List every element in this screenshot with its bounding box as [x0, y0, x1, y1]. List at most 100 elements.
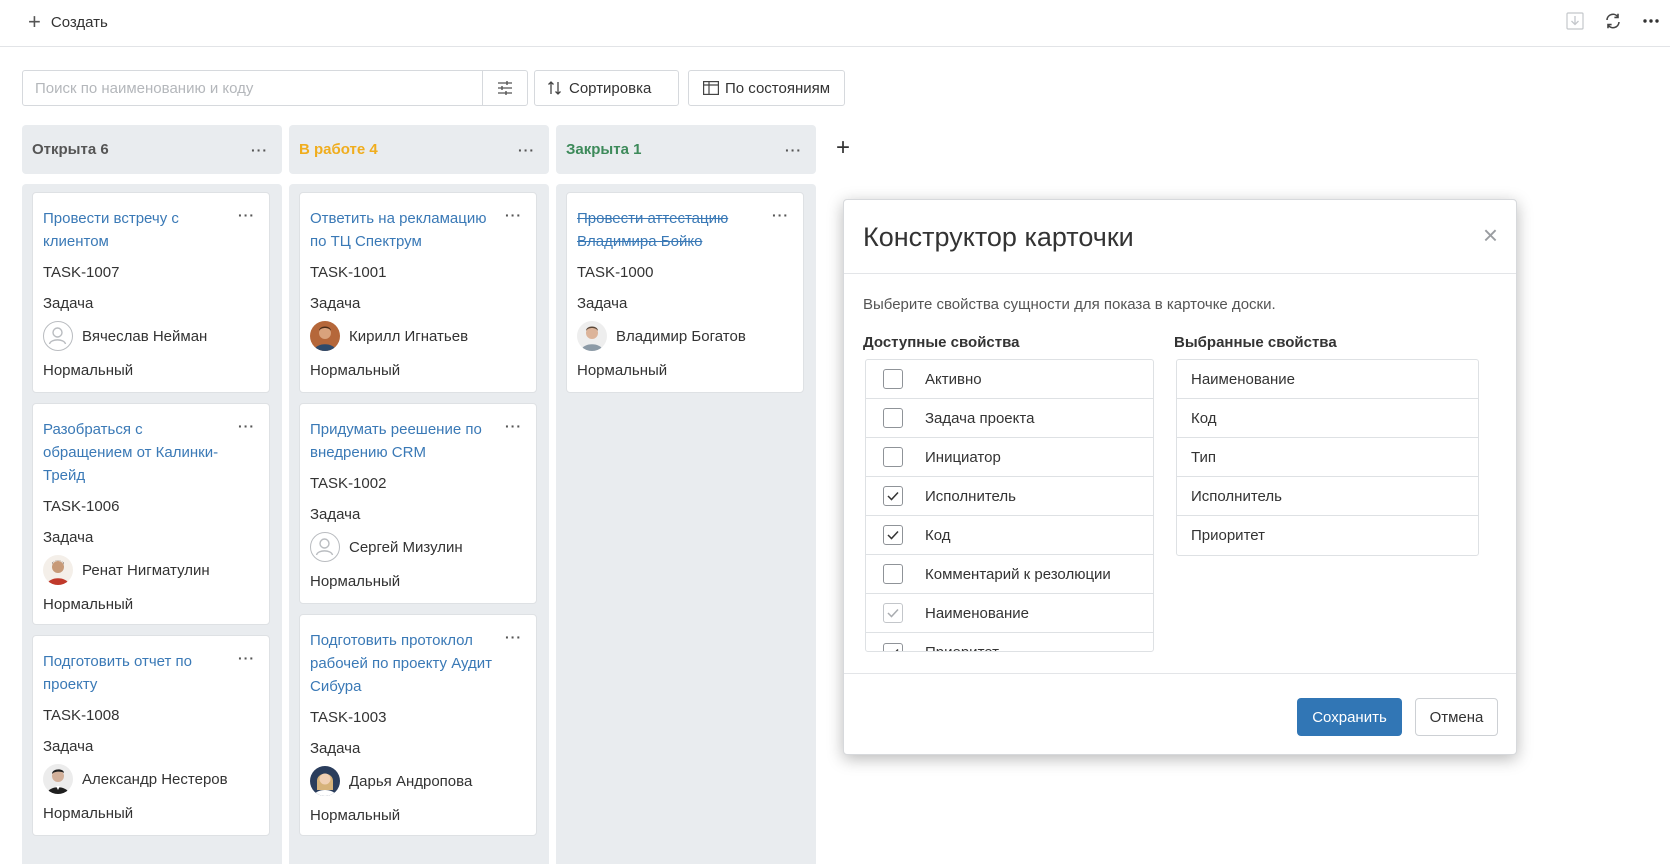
- card-menu-icon[interactable]: ···: [772, 207, 789, 223]
- column-menu-icon[interactable]: ···: [785, 142, 802, 158]
- create-button[interactable]: + Создать: [28, 10, 108, 34]
- card-type: Задача: [310, 506, 361, 523]
- selected-property[interactable]: Тип: [1177, 438, 1478, 477]
- available-properties-list[interactable]: Активно Задача проекта Инициатор Исполнител…: [865, 359, 1154, 652]
- property-option[interactable]: Активно: [866, 360, 1153, 399]
- card-menu-icon[interactable]: ···: [505, 207, 522, 223]
- column-title: Открыта 6: [32, 141, 109, 158]
- assignee-name: Вячеслав Нейман: [82, 327, 208, 345]
- card-priority: Нормальный: [310, 573, 401, 590]
- property-label: Исполнитель: [925, 487, 1016, 505]
- avatar: [310, 766, 340, 796]
- divider: [844, 273, 1516, 274]
- property-label: Инициатор: [925, 448, 1001, 466]
- checkbox[interactable]: [883, 447, 903, 467]
- task-card[interactable]: ··· Ответить на рекламацию по ТЦ Спектру…: [299, 192, 537, 393]
- card-title[interactable]: Провести встречу с клиентом: [43, 207, 259, 253]
- selected-properties-label: Выбранные свойства: [1174, 334, 1337, 351]
- sliders-icon: [498, 81, 512, 95]
- group-by-state-button[interactable]: По состояниям: [688, 70, 845, 106]
- property-label: Активно: [925, 370, 982, 388]
- checkbox[interactable]: [883, 408, 903, 428]
- avatar: [43, 764, 73, 794]
- card-assignee: Александр Нестеров: [43, 764, 259, 794]
- divider: [844, 673, 1516, 674]
- selected-property[interactable]: Исполнитель: [1177, 477, 1478, 516]
- selected-property[interactable]: Наименование: [1177, 360, 1478, 399]
- card-type: Задача: [43, 529, 94, 546]
- property-label: Задача проекта: [925, 409, 1035, 427]
- column-menu-icon[interactable]: ···: [251, 142, 268, 158]
- checkbox[interactable]: [883, 486, 903, 506]
- assignee-name: Сергей Мизулин: [349, 538, 463, 556]
- available-properties-label: Доступные свойства: [863, 334, 1020, 351]
- more-icon[interactable]: [1632, 8, 1670, 34]
- card-title[interactable]: Подготовить протоклол рабочей по проекту…: [310, 629, 526, 698]
- card-priority: Нормальный: [310, 362, 401, 379]
- assignee-name: Александр Нестеров: [82, 770, 228, 788]
- card-menu-icon[interactable]: ···: [238, 418, 255, 434]
- task-card[interactable]: ··· Провести встречу с клиентом TASK-100…: [32, 192, 270, 393]
- card-title[interactable]: Провести аттестацию Владимира Бойко: [577, 207, 793, 253]
- add-column-button[interactable]: +: [836, 134, 850, 162]
- card-type: Задача: [43, 295, 94, 312]
- assignee-name: Дарья Андропова: [349, 772, 473, 790]
- avatar: [577, 321, 607, 351]
- card-code: TASK-1006: [43, 498, 120, 515]
- property-option[interactable]: Комментарий к резолюции: [866, 555, 1153, 594]
- column-title: В работе 4: [299, 141, 378, 158]
- card-assignee: Сергей Мизулин: [310, 532, 526, 562]
- property-option[interactable]: Наименование: [866, 594, 1153, 633]
- card-menu-icon[interactable]: ···: [505, 418, 522, 434]
- card-title[interactable]: Разобраться с обращением от Калинки-Трей…: [43, 418, 259, 487]
- card-menu-icon[interactable]: ···: [238, 207, 255, 223]
- download-icon[interactable]: [1556, 8, 1594, 34]
- dialog-title: Конструктор карточки: [863, 222, 1134, 252]
- property-option[interactable]: Исполнитель: [866, 477, 1153, 516]
- card-assignee: Владимир Богатов: [577, 321, 793, 351]
- card-assignee: Вячеслав Нейман: [43, 321, 259, 351]
- sort-button[interactable]: Сортировка: [534, 70, 679, 106]
- card-menu-icon[interactable]: ···: [238, 650, 255, 666]
- create-label: Создать: [50, 13, 108, 31]
- card-priority: Нормальный: [577, 362, 668, 379]
- column-menu-icon[interactable]: ···: [518, 142, 535, 158]
- selected-properties-list[interactable]: Наименование Код Тип Исполнитель Приоритет: [1176, 359, 1479, 556]
- column-title: Закрыта 1: [566, 141, 642, 158]
- checkbox[interactable]: [883, 642, 903, 651]
- property-option[interactable]: Инициатор: [866, 438, 1153, 477]
- dialog-description: Выберите свойства сущности для показа в …: [863, 296, 1276, 313]
- close-icon[interactable]: ×: [1483, 222, 1498, 248]
- property-label: Код: [925, 526, 951, 544]
- card-assignee: Дарья Андропова: [310, 766, 526, 796]
- plus-icon: +: [28, 9, 41, 34]
- property-option[interactable]: Задача проекта: [866, 399, 1153, 438]
- sort-label: Сортировка: [569, 79, 652, 97]
- task-card[interactable]: ··· Подготовить отчет по проекту TASK-10…: [32, 635, 270, 836]
- property-option[interactable]: Приоритет: [866, 633, 1153, 651]
- checkbox[interactable]: [883, 525, 903, 545]
- checkbox[interactable]: [883, 564, 903, 584]
- task-card[interactable]: ··· Придумать реешение по внедрению CRM …: [299, 403, 537, 604]
- filter-settings-button[interactable]: [482, 71, 527, 105]
- refresh-icon[interactable]: [1594, 8, 1632, 34]
- card-menu-icon[interactable]: ···: [505, 629, 522, 645]
- card-assignee: Ренат Нигматулин: [43, 555, 259, 585]
- column-header-in-progress: В работе 4 ···: [289, 125, 549, 174]
- search-input[interactable]: [23, 71, 483, 105]
- card-title[interactable]: Подготовить отчет по проекту: [43, 650, 259, 696]
- card-title[interactable]: Придумать реешение по внедрению CRM: [310, 418, 526, 464]
- selected-property[interactable]: Приоритет: [1177, 516, 1478, 555]
- cancel-button[interactable]: Отмена: [1415, 698, 1498, 736]
- property-option[interactable]: Код: [866, 516, 1153, 555]
- save-button[interactable]: Сохранить: [1297, 698, 1402, 736]
- checkbox[interactable]: [883, 369, 903, 389]
- card-priority: Нормальный: [43, 805, 134, 822]
- task-card[interactable]: ··· Провести аттестацию Владимира Бойко …: [566, 192, 804, 393]
- card-code: TASK-1003: [310, 709, 387, 726]
- selected-property[interactable]: Код: [1177, 399, 1478, 438]
- task-card[interactable]: ··· Разобраться с обращением от Калинки-…: [32, 403, 270, 625]
- task-card[interactable]: ··· Подготовить протоклол рабочей по про…: [299, 614, 537, 836]
- column-header-open: Открыта 6 ···: [22, 125, 282, 174]
- card-title[interactable]: Ответить на рекламацию по ТЦ Спектрум: [310, 207, 526, 253]
